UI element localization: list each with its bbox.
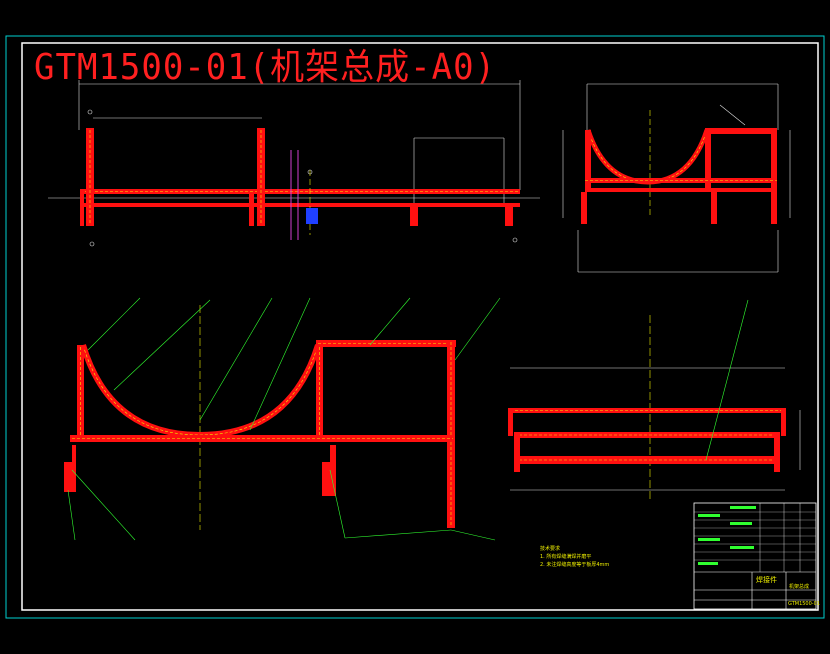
title-block <box>693 502 817 610</box>
title-block-part-name: 机架总成 <box>789 584 810 590</box>
drawing-canvas <box>5 35 825 619</box>
front-view <box>48 80 540 247</box>
inner-frame <box>21 42 819 611</box>
plan-view <box>508 299 801 500</box>
title-block-label: 焊接件 <box>756 576 777 584</box>
title-block-drawing-no: GTM1500-01 <box>788 601 820 607</box>
side-view <box>562 83 791 273</box>
notes-line-2: 2. 未注焊缝高度等于板厚4mm <box>540 562 610 568</box>
notes-heading: 技术要求 <box>540 546 561 552</box>
outer-border <box>5 35 825 619</box>
technical-notes: 技术要求 1. 所有焊缝满焊并磨平 2. 未注焊缝高度等于板厚4mm <box>540 545 609 569</box>
detail-view <box>64 297 501 541</box>
notes-line-1: 1. 所有焊缝满焊并磨平 <box>540 554 592 560</box>
drawing-title: GTM1500-01(机架总成-A0) <box>34 46 497 89</box>
